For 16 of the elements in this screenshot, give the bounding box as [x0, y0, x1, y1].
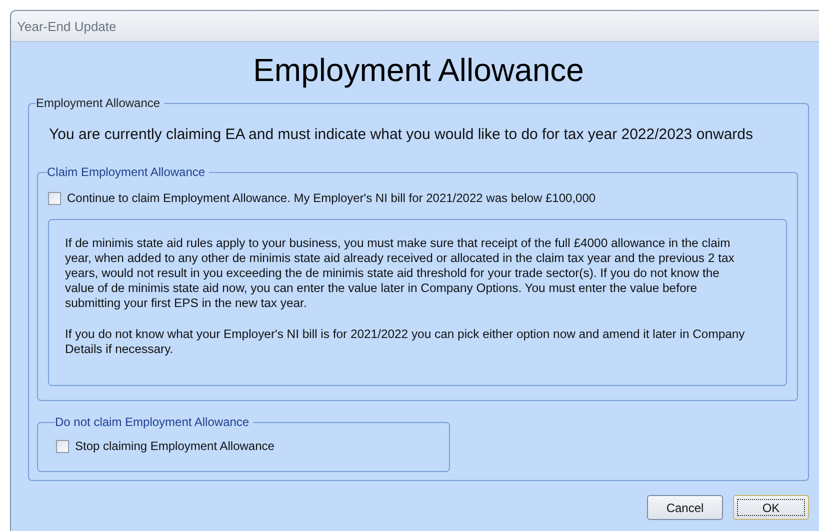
checkbox[interactable]: Stop claiming Employment Allowance [56, 439, 439, 453]
group-title: Do not claim Employment Allowance [55, 415, 250, 429]
cancel-button[interactable]: Cancel [647, 495, 723, 520]
intro-text: You are currently claiming EA and must indicate what you would like to do for tax year 2022/2023 onwards [49, 126, 754, 143]
dialog-heading: Employment Allowance [253, 51, 584, 90]
checkbox-box[interactable] [48, 192, 61, 204]
checkbox-label: Continue to claim Employment Allowance. My Employer's NI bill for 2021/2022 was below £100,000 [67, 191, 596, 205]
info-paragraph: If you do not know what your Employer's NI bill is for 2021/2022 you can pick either option now and amend it later in Company Details if necessary. [65, 327, 746, 357]
checkbox[interactable]: Continue to claim Employment Allowance. My Employer's NI bill for 2021/2022 was below £100,000 [48, 191, 787, 205]
info-paragraph: If de minimis state aid rules apply to your business, you must make sure that receipt of the full £4000 allowance in the claim year, when added to any other de minimis state aid already received or allocated in the claim tax year and the previous 2 tax years, would not result in you exceeding the de minimis state aid threshold for your trade sector(s). If you do not know the value of de minimis state aid now, you can enter the value later in Company Options. You must enter the value before submitting your first EPS in the new tax year. [65, 236, 736, 311]
group-title: Claim Employment Allowance [47, 165, 206, 179]
checkbox-box[interactable] [56, 440, 69, 452]
ok-button[interactable]: OK [733, 495, 809, 520]
group-title: Employment Allowance [36, 96, 162, 110]
checkbox-label: Stop claiming Employment Allowance [75, 439, 274, 453]
window-title: Year-End Update [11, 11, 819, 42]
